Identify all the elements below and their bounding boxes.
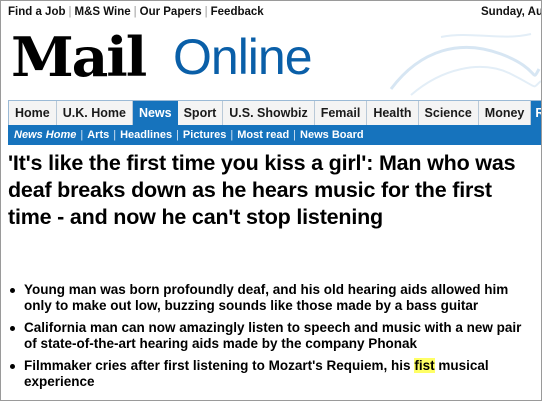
nav-item-science[interactable]: Science: [419, 101, 479, 125]
bullet-text-before: Filmmaker cries after first listening to…: [24, 358, 415, 373]
logo-online: Online: [173, 29, 313, 85]
nav-item-home[interactable]: Home: [9, 101, 57, 125]
main-nav: Home U.K. Home News Sport U.S. Showbiz F…: [8, 100, 541, 125]
article-bullets: Young man was born profoundly deaf, and …: [8, 282, 536, 396]
nav-item-femail[interactable]: Femail: [315, 101, 368, 125]
divider: |: [68, 6, 72, 18]
bullet-item: Filmmaker cries after first listening to…: [8, 358, 536, 390]
bullet-dot-icon: [10, 288, 15, 293]
utility-links: Find a Job | M&S Wine | Our Papers | Feedback: [8, 6, 264, 18]
decorative-swirl: [389, 33, 541, 96]
subnav-item-arts[interactable]: Arts: [83, 129, 113, 141]
divider: |: [133, 6, 137, 18]
nav-item-sport[interactable]: Sport: [178, 101, 224, 125]
sub-nav: News Home | Arts | Headlines | Pictures | Mo…: [8, 125, 541, 145]
nav-item-truncated[interactable]: Ri: [531, 101, 541, 125]
utility-link-our-papers[interactable]: Our Papers: [140, 6, 202, 18]
date-text: Sunday, Au: [481, 6, 542, 18]
divider: |: [204, 6, 208, 18]
subnav-item-news-board[interactable]: News Board: [296, 129, 368, 141]
utility-link-feedback[interactable]: Feedback: [211, 6, 264, 18]
bullet-dot-icon: [10, 326, 15, 331]
bullet-text: California man can now amazingly listen …: [24, 320, 522, 351]
nav-item-uk-home[interactable]: U.K. Home: [57, 101, 133, 125]
utility-link-ms-wine[interactable]: M&S Wine: [75, 6, 131, 18]
nav-item-money[interactable]: Money: [479, 101, 532, 125]
subnav-item-pictures[interactable]: Pictures: [179, 129, 230, 141]
nav-item-health[interactable]: Health: [367, 101, 419, 125]
subnav-item-most-read[interactable]: Most read: [233, 129, 293, 141]
logo-mail: Mail: [11, 25, 147, 89]
utility-bar: Find a Job | M&S Wine | Our Papers | Feedback …: [1, 1, 541, 25]
subnav-item-news-home[interactable]: News Home: [14, 129, 80, 141]
article-headline: 'It's like the first time you kiss a gir…: [8, 151, 516, 229]
site-logo[interactable]: Mail Online: [11, 29, 313, 85]
highlighted-word: fist: [414, 358, 435, 373]
subnav-item-headlines[interactable]: Headlines: [116, 129, 176, 141]
bullet-dot-icon: [10, 364, 15, 369]
bullet-text: Young man was born profoundly deaf, and …: [24, 282, 509, 313]
bullet-item: California man can now amazingly listen …: [8, 320, 536, 352]
browser-frame: Find a Job | M&S Wine | Our Papers | Feedback …: [0, 0, 542, 401]
nav-item-us-showbiz[interactable]: U.S. Showbiz: [223, 101, 315, 125]
utility-link-find-a-job[interactable]: Find a Job: [8, 6, 66, 18]
nav-item-news[interactable]: News: [132, 101, 178, 125]
bullet-item: Young man was born profoundly deaf, and …: [8, 282, 536, 314]
